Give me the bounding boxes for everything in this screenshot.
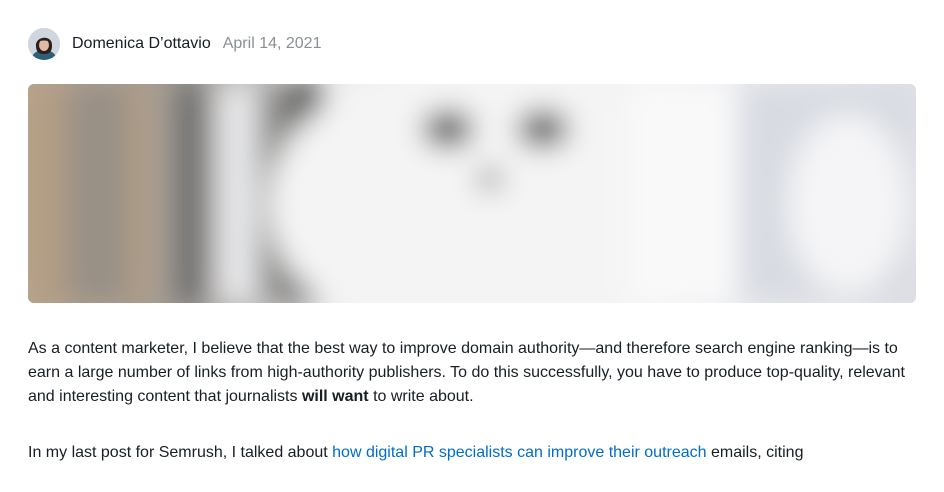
blurred-cat-image-icon: [28, 84, 916, 303]
author-byline: Domenica D’ottavio April 14, 2021: [28, 28, 321, 60]
avatar-photo-icon: [28, 28, 60, 60]
hero-image: [28, 84, 916, 303]
bold-text: will want: [301, 388, 369, 405]
paragraph-text: emails, citing: [706, 444, 804, 461]
avatar[interactable]: [28, 28, 60, 60]
article-body: As a content marketer, I believe that th…: [28, 337, 916, 465]
article-paragraph-1: As a content marketer, I believe that th…: [28, 337, 916, 409]
article-paragraph-2: In my last post for Semrush, I talked ab…: [28, 441, 916, 465]
outreach-article-link[interactable]: how digital PR specialists can improve t…: [332, 444, 706, 461]
paragraph-text: to write about.: [368, 388, 474, 405]
author-name[interactable]: Domenica D’ottavio: [72, 35, 211, 53]
paragraph-text: In my last post for Semrush, I talked ab…: [28, 444, 333, 461]
post-date: April 14, 2021: [222, 35, 322, 52]
